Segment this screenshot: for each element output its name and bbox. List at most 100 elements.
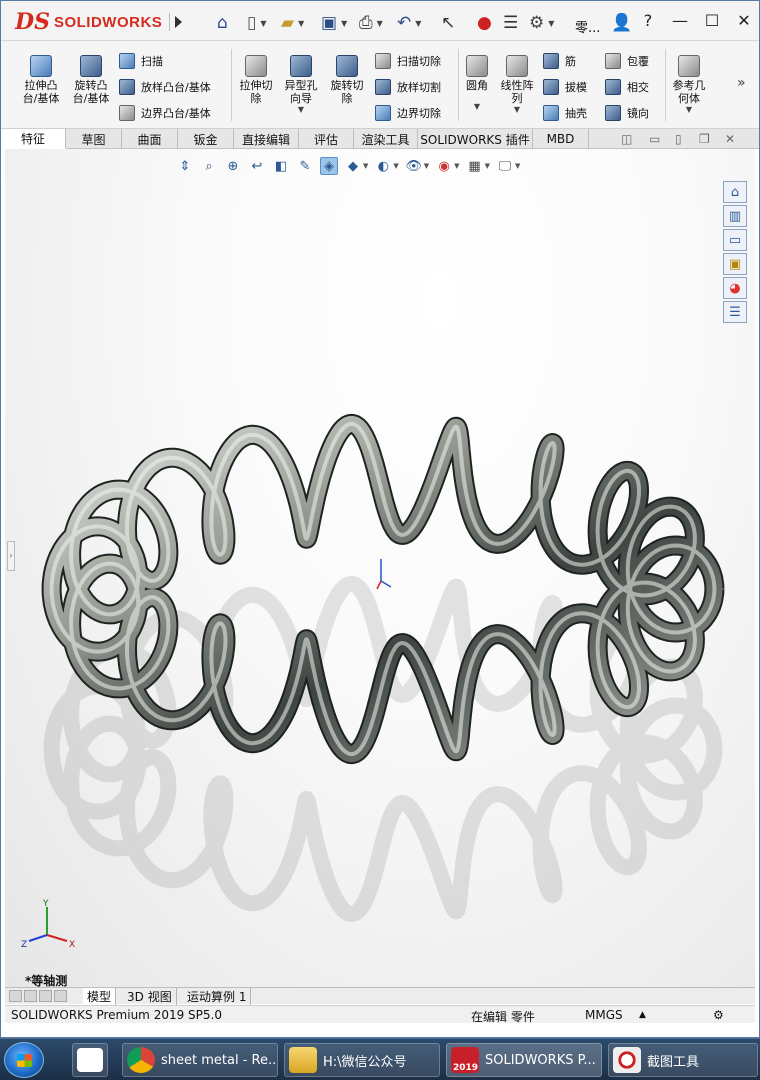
extrude-cut-button[interactable]: 拉伸切 除 <box>232 55 280 105</box>
last-tab-icon[interactable] <box>54 990 67 1002</box>
custom-properties-icon[interactable]: ☰ <box>723 301 747 323</box>
swept-cut-button[interactable]: 扫描切除 <box>375 51 441 71</box>
new-document-icon[interactable]: ▯ ▼ <box>247 13 267 33</box>
taskbar-item-solidworks[interactable]: 2019 SOLIDWORKS P... <box>446 1043 602 1077</box>
tab-3d-views[interactable]: 3D 视图 <box>123 988 177 1005</box>
fillet-dropdown-icon[interactable]: ▼ <box>474 102 480 111</box>
previous-tab-icon[interactable] <box>24 990 37 1002</box>
tab-features[interactable]: 特征 <box>1 129 66 149</box>
feature-manager-expand-handle[interactable]: › <box>7 541 15 571</box>
draft-button[interactable]: 拔模 <box>543 77 587 97</box>
hide-show-items-icon[interactable]: ◐ <box>374 157 392 175</box>
unit-system-dropdown-icon[interactable]: ▲ <box>639 1010 646 1020</box>
boundary-cut-button[interactable]: 边界切除 <box>375 103 441 123</box>
print-icon[interactable]: ⎙ ▼ <box>359 13 383 33</box>
display-monitor-icon[interactable]: 🖵 <box>496 157 514 175</box>
lofted-cut-button[interactable]: 放样切割 <box>375 77 441 97</box>
extrude-boss-icon <box>30 55 52 77</box>
revolve-boss-button[interactable]: 旋转凸 台/基体 <box>67 55 115 105</box>
select-icon[interactable]: ↖ <box>441 13 455 33</box>
more-commands-icon[interactable]: » <box>737 75 746 91</box>
home-icon[interactable]: ⌂ <box>217 13 228 33</box>
previous-view-icon[interactable]: ↩ <box>248 157 266 175</box>
file-explorer-folder-icon[interactable]: ▭ <box>723 229 747 251</box>
help-icon[interactable]: ? <box>639 11 657 30</box>
user-profile-icon[interactable]: 👤 <box>611 13 632 33</box>
tab-sheet-metal[interactable]: 钣金 <box>178 129 234 149</box>
display-style-icon[interactable]: ◆ <box>344 157 362 175</box>
intersect-button[interactable]: 相交 <box>605 77 649 97</box>
rib-button[interactable]: 筋 <box>543 51 576 71</box>
section-view-icon[interactable]: ◧ <box>272 157 290 175</box>
sweep-button[interactable]: 扫描 <box>119 51 163 71</box>
open-document-icon[interactable]: ▰ ▼ <box>281 13 304 33</box>
tab-direct-edit[interactable]: 直接编辑 <box>234 129 299 149</box>
loft-boss-icon <box>119 79 135 95</box>
loft-boss-button[interactable]: 放样凸台/基体 <box>119 77 211 97</box>
windows-start-button[interactable] <box>4 1042 44 1078</box>
status-bar-settings-icon[interactable]: ⚙ <box>713 1008 724 1022</box>
next-tab-icon[interactable] <box>39 990 52 1002</box>
folder-icon <box>289 1047 317 1073</box>
save-icon[interactable]: ▣ ▼ <box>321 13 347 33</box>
shell-icon <box>543 105 559 121</box>
hole-wizard-dropdown-icon[interactable]: ▼ <box>298 105 304 114</box>
taskbar-item-folder[interactable]: H:\微信公众号 <box>284 1043 440 1077</box>
extrude-boss-button[interactable]: 拉伸凸 台/基体 <box>17 55 65 105</box>
hole-wizard-button[interactable]: 异型孔 向导 ▼ <box>277 55 325 114</box>
baidu-netdisk-taskbar-button[interactable] <box>72 1043 108 1077</box>
tab-model[interactable]: 模型 <box>83 988 117 1005</box>
rebuild-traffic-light-icon[interactable]: ● <box>477 13 492 33</box>
linear-pattern-button[interactable]: 线性阵 列 ▼ <box>493 55 541 114</box>
taskbar-item-chrome[interactable]: sheet metal - Re... <box>122 1043 278 1077</box>
revolve-cut-button[interactable]: 旋转切 除 <box>323 55 371 105</box>
taskbar-item-snipping-tool[interactable]: 截图工具 <box>608 1043 758 1077</box>
tab-surfaces[interactable]: 曲面 <box>122 129 178 149</box>
zoom-to-fit-icon[interactable]: ⌕ <box>200 157 218 175</box>
appearances-scenes-icon[interactable]: ◕ <box>723 277 747 299</box>
view-orientation-cube-icon[interactable]: ◈ <box>320 157 338 175</box>
boundary-boss-button[interactable]: 边界凸台/基体 <box>119 103 211 123</box>
file-properties-icon[interactable]: ☰ <box>503 13 518 33</box>
tab-solidworks-addins[interactable]: SOLIDWORKS 插件 <box>418 129 533 149</box>
tab-motion-study[interactable]: 运动算例 1 <box>183 988 252 1005</box>
tab-evaluate[interactable]: 评估 <box>299 129 354 149</box>
first-tab-icon[interactable] <box>9 990 22 1002</box>
mirror-button[interactable]: 镜向 <box>605 103 649 123</box>
view-settings-icon[interactable]: ▦ <box>466 157 484 175</box>
undo-icon[interactable]: ↶ ▼ <box>397 13 421 33</box>
tab-scroll-left-icon[interactable]: ◫ <box>621 132 632 146</box>
tab-sketch[interactable]: 草图 <box>66 129 122 149</box>
tab-layout-icon[interactable]: ▭ <box>649 132 660 146</box>
restore-icon[interactable]: ❐ <box>699 132 710 146</box>
solidworks-resources-home-icon[interactable]: ⌂ <box>723 181 747 203</box>
minimize-button[interactable]: — <box>671 11 689 30</box>
dynamic-annotation-icon[interactable]: ✎ <box>296 157 314 175</box>
expand-menu-arrow-icon[interactable] <box>169 13 183 31</box>
reference-geometry-button[interactable]: 参考几 何体 ▼ <box>665 55 713 114</box>
snipping-tool-icon <box>613 1047 641 1073</box>
shell-button[interactable]: 抽壳 <box>543 103 587 123</box>
toroidal-coil-model[interactable] <box>5 149 755 987</box>
tab-render-tools[interactable]: 渲染工具 <box>354 129 418 149</box>
close-document-icon[interactable]: ✕ <box>725 132 735 146</box>
zoom-to-area-icon[interactable]: ⊕ <box>224 157 242 175</box>
taskbar-item-label: SOLIDWORKS P... <box>485 1052 596 1068</box>
view-orientation-arrows-icon[interactable]: ⇕ <box>176 157 194 175</box>
apply-scene-icon[interactable]: ◉ <box>435 157 453 175</box>
graphics-area[interactable] <box>5 149 755 987</box>
design-library-icon[interactable]: ▥ <box>723 205 747 227</box>
maximize-button[interactable]: ☐ <box>703 11 721 30</box>
unit-system-selector[interactable]: MMGS <box>585 1008 623 1022</box>
solidworks-window: DS SOLIDWORKS ⌂ ▯ ▼ ▰ ▼ ▣ ▼ ⎙ ▼ ↶ ▼ ↖ ● ☰ ⚙ ▼ … <box>0 0 760 1038</box>
tab-mbd[interactable]: MBD <box>533 129 589 149</box>
linear-pattern-dropdown-icon[interactable]: ▼ <box>514 105 520 114</box>
view-palette-icon[interactable]: ▣ <box>723 253 747 275</box>
wrap-button[interactable]: 包覆 <box>605 51 649 71</box>
tab-scroll-icon[interactable]: ▯ <box>675 132 682 146</box>
edit-appearance-icon[interactable]: 👁 <box>405 157 423 175</box>
solidworks-logo[interactable]: DS SOLIDWORKS <box>15 9 165 35</box>
options-gear-icon[interactable]: ⚙ ▼ <box>529 13 554 33</box>
reference-geometry-dropdown-icon[interactable]: ▼ <box>686 105 692 114</box>
close-button[interactable]: ✕ <box>735 11 753 30</box>
